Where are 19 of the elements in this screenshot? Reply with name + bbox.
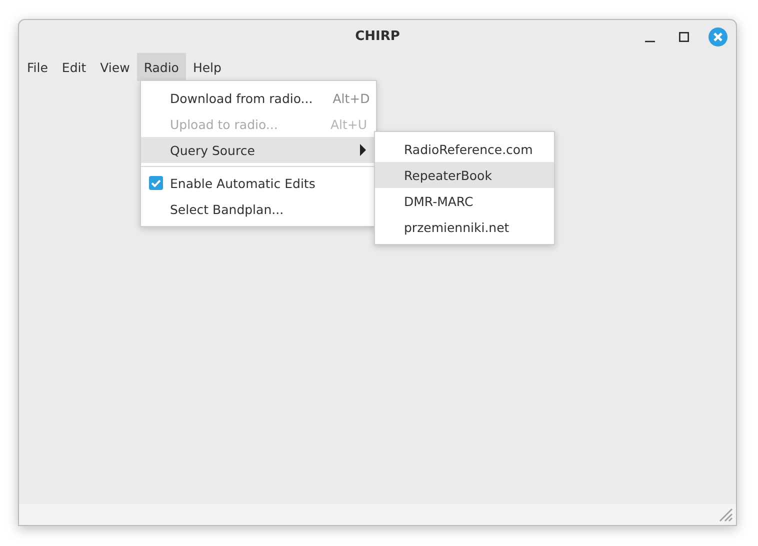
resize-grip-icon[interactable] — [717, 506, 733, 522]
menu-bar-item[interactable]: Help — [186, 53, 228, 81]
menu-item[interactable]: Query Source — [141, 137, 376, 163]
menu-bar-item[interactable]: View — [93, 53, 137, 81]
menu-item[interactable]: Download from radio... Alt+D — [141, 85, 376, 111]
menu-item[interactable]: RepeaterBook — [375, 162, 554, 188]
menu-item[interactable]: DMR-MARC — [375, 188, 554, 214]
window-title: CHIRP — [355, 29, 400, 44]
maximize-icon[interactable] — [679, 32, 689, 42]
menu-bar-item[interactable]: Edit — [54, 53, 94, 81]
menu-item[interactable]: Select Bandplan... — [141, 196, 376, 222]
menu-item[interactable]: RadioReference.com — [375, 136, 554, 162]
menu-bar-item[interactable]: Radio — [136, 53, 186, 81]
checkbox[interactable] — [149, 176, 163, 190]
menu-bar-item[interactable]: File — [20, 53, 55, 81]
menu-item[interactable]: przemienniki.net — [375, 214, 554, 240]
submenu-arrow-icon — [359, 144, 367, 156]
menu-item[interactable]: Enable Automatic Edits — [141, 170, 376, 196]
close-icon[interactable] — [708, 27, 728, 47]
